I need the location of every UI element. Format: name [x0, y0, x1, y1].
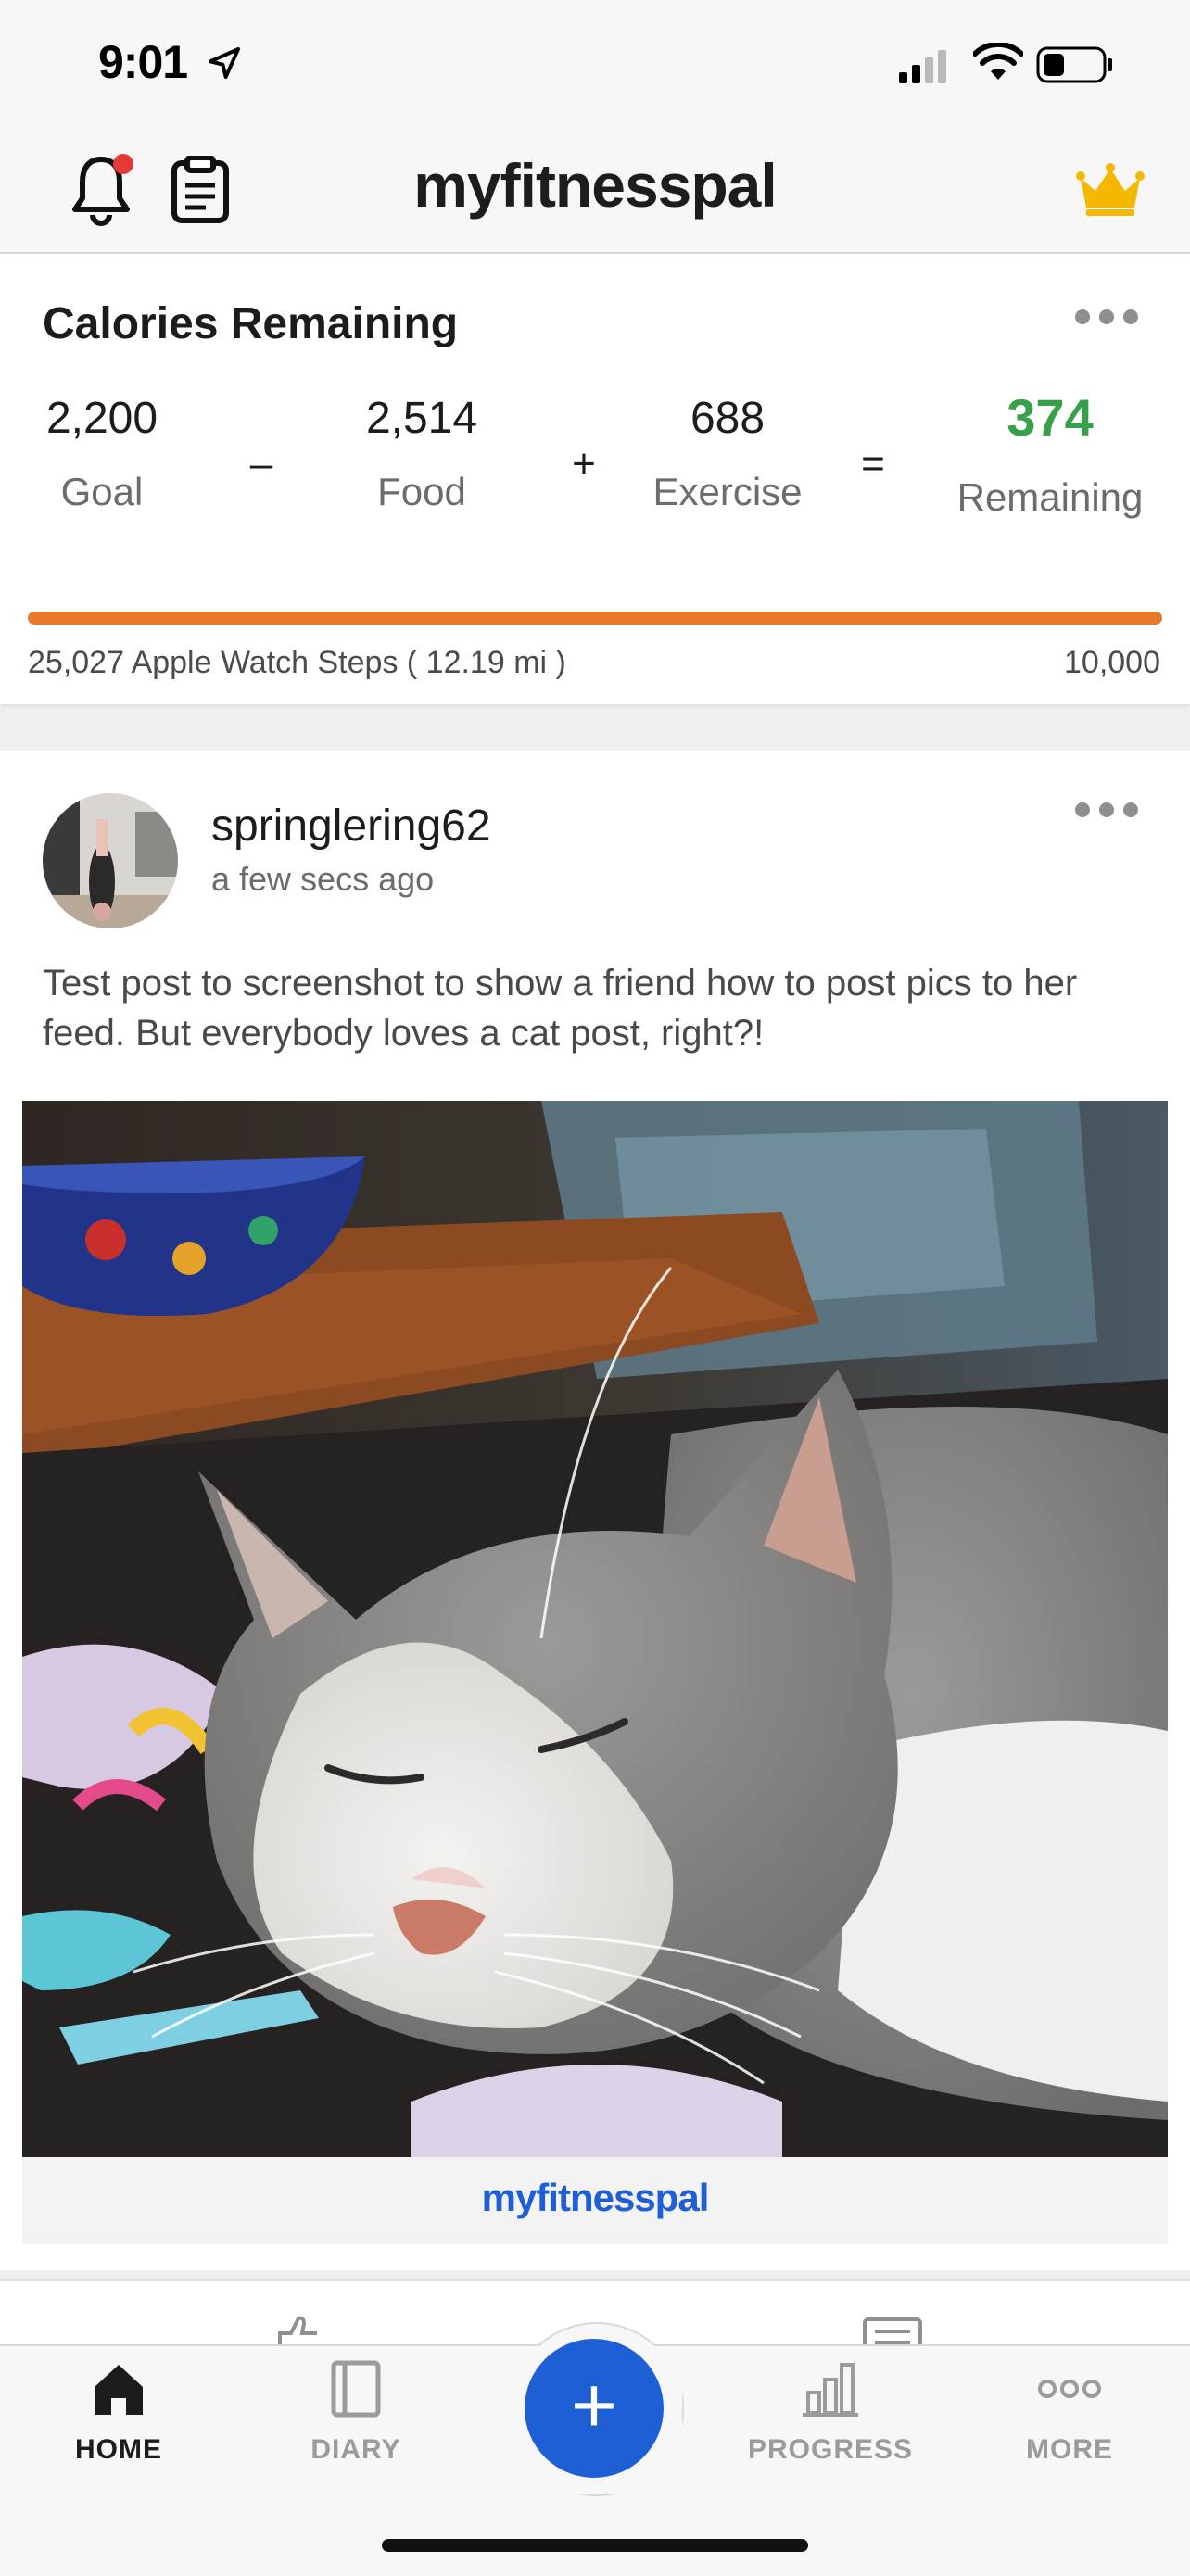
post-username[interactable]: springlering62 — [211, 801, 491, 852]
post-photo[interactable] — [22, 1101, 1168, 2157]
home-indicator — [382, 2539, 808, 2552]
steps-progress-bar — [28, 612, 1162, 625]
exercise-column: 688 Exercise — [626, 393, 829, 514]
avatar[interactable] — [43, 793, 178, 928]
comment-icon[interactable] — [862, 2317, 923, 2346]
tab-more-label: MORE — [1026, 2434, 1113, 2465]
tab-progress[interactable]: PROGRESS — [728, 2359, 932, 2466]
exercise-value: 688 — [690, 394, 766, 443]
steps-goal: 10,000 — [1064, 645, 1160, 680]
more-dots-icon — [1038, 2380, 1101, 2398]
tab-more[interactable]: MORE — [968, 2359, 1171, 2466]
like-thumb-icon[interactable] — [271, 2315, 326, 2346]
photo-footer-logo: myfitnesspal — [481, 2176, 710, 2219]
goal-label: Goal — [60, 470, 144, 513]
post-body-text: Test post to screenshot to show a friend… — [43, 963, 1078, 1054]
status-time: 9:01 — [98, 36, 188, 88]
tab-home-label: HOME — [75, 2434, 162, 2465]
food-column: 2,514 Food — [320, 393, 524, 514]
cellular-signal-icon — [899, 50, 946, 83]
wifi-icon — [973, 43, 1023, 80]
calories-card-title: Calories Remaining — [43, 299, 459, 348]
remaining-label: Remaining — [956, 475, 1144, 519]
goal-value: 2,200 — [45, 394, 158, 443]
goal-column: 2,200 Goal — [0, 393, 204, 514]
calories-more-options-icon[interactable] — [1075, 309, 1138, 324]
home-icon — [95, 2365, 143, 2415]
post-timestamp: a few secs ago — [211, 860, 435, 898]
add-entry-button[interactable]: + — [525, 2339, 664, 2478]
plus-operator: + — [572, 441, 596, 486]
battery-icon — [1036, 46, 1112, 83]
minus-operator: – — [249, 441, 273, 486]
premium-crown-icon[interactable] — [1075, 163, 1146, 217]
tab-home[interactable]: HOME — [17, 2359, 221, 2466]
app-logo: myfitnesspal — [413, 151, 777, 220]
tab-diary[interactable]: DIARY — [254, 2359, 458, 2466]
tab-diary-label: DIARY — [310, 2434, 401, 2465]
food-label: Food — [377, 470, 466, 513]
remaining-column: 374 Remaining — [948, 388, 1152, 520]
location-arrow-icon — [209, 47, 240, 79]
remaining-value: 374 — [1006, 388, 1094, 447]
steps-summary: 25,027 Apple Watch Steps ( 12.19 mi ) — [28, 645, 566, 680]
tab-progress-label: PROGRESS — [747, 2434, 914, 2465]
equals-operator: = — [861, 441, 885, 486]
post-more-options-icon[interactable] — [1075, 802, 1138, 817]
progress-chart-icon — [803, 2363, 858, 2417]
diary-book-icon — [331, 2360, 381, 2418]
exercise-label: Exercise — [652, 470, 803, 513]
food-value: 2,514 — [365, 394, 478, 443]
